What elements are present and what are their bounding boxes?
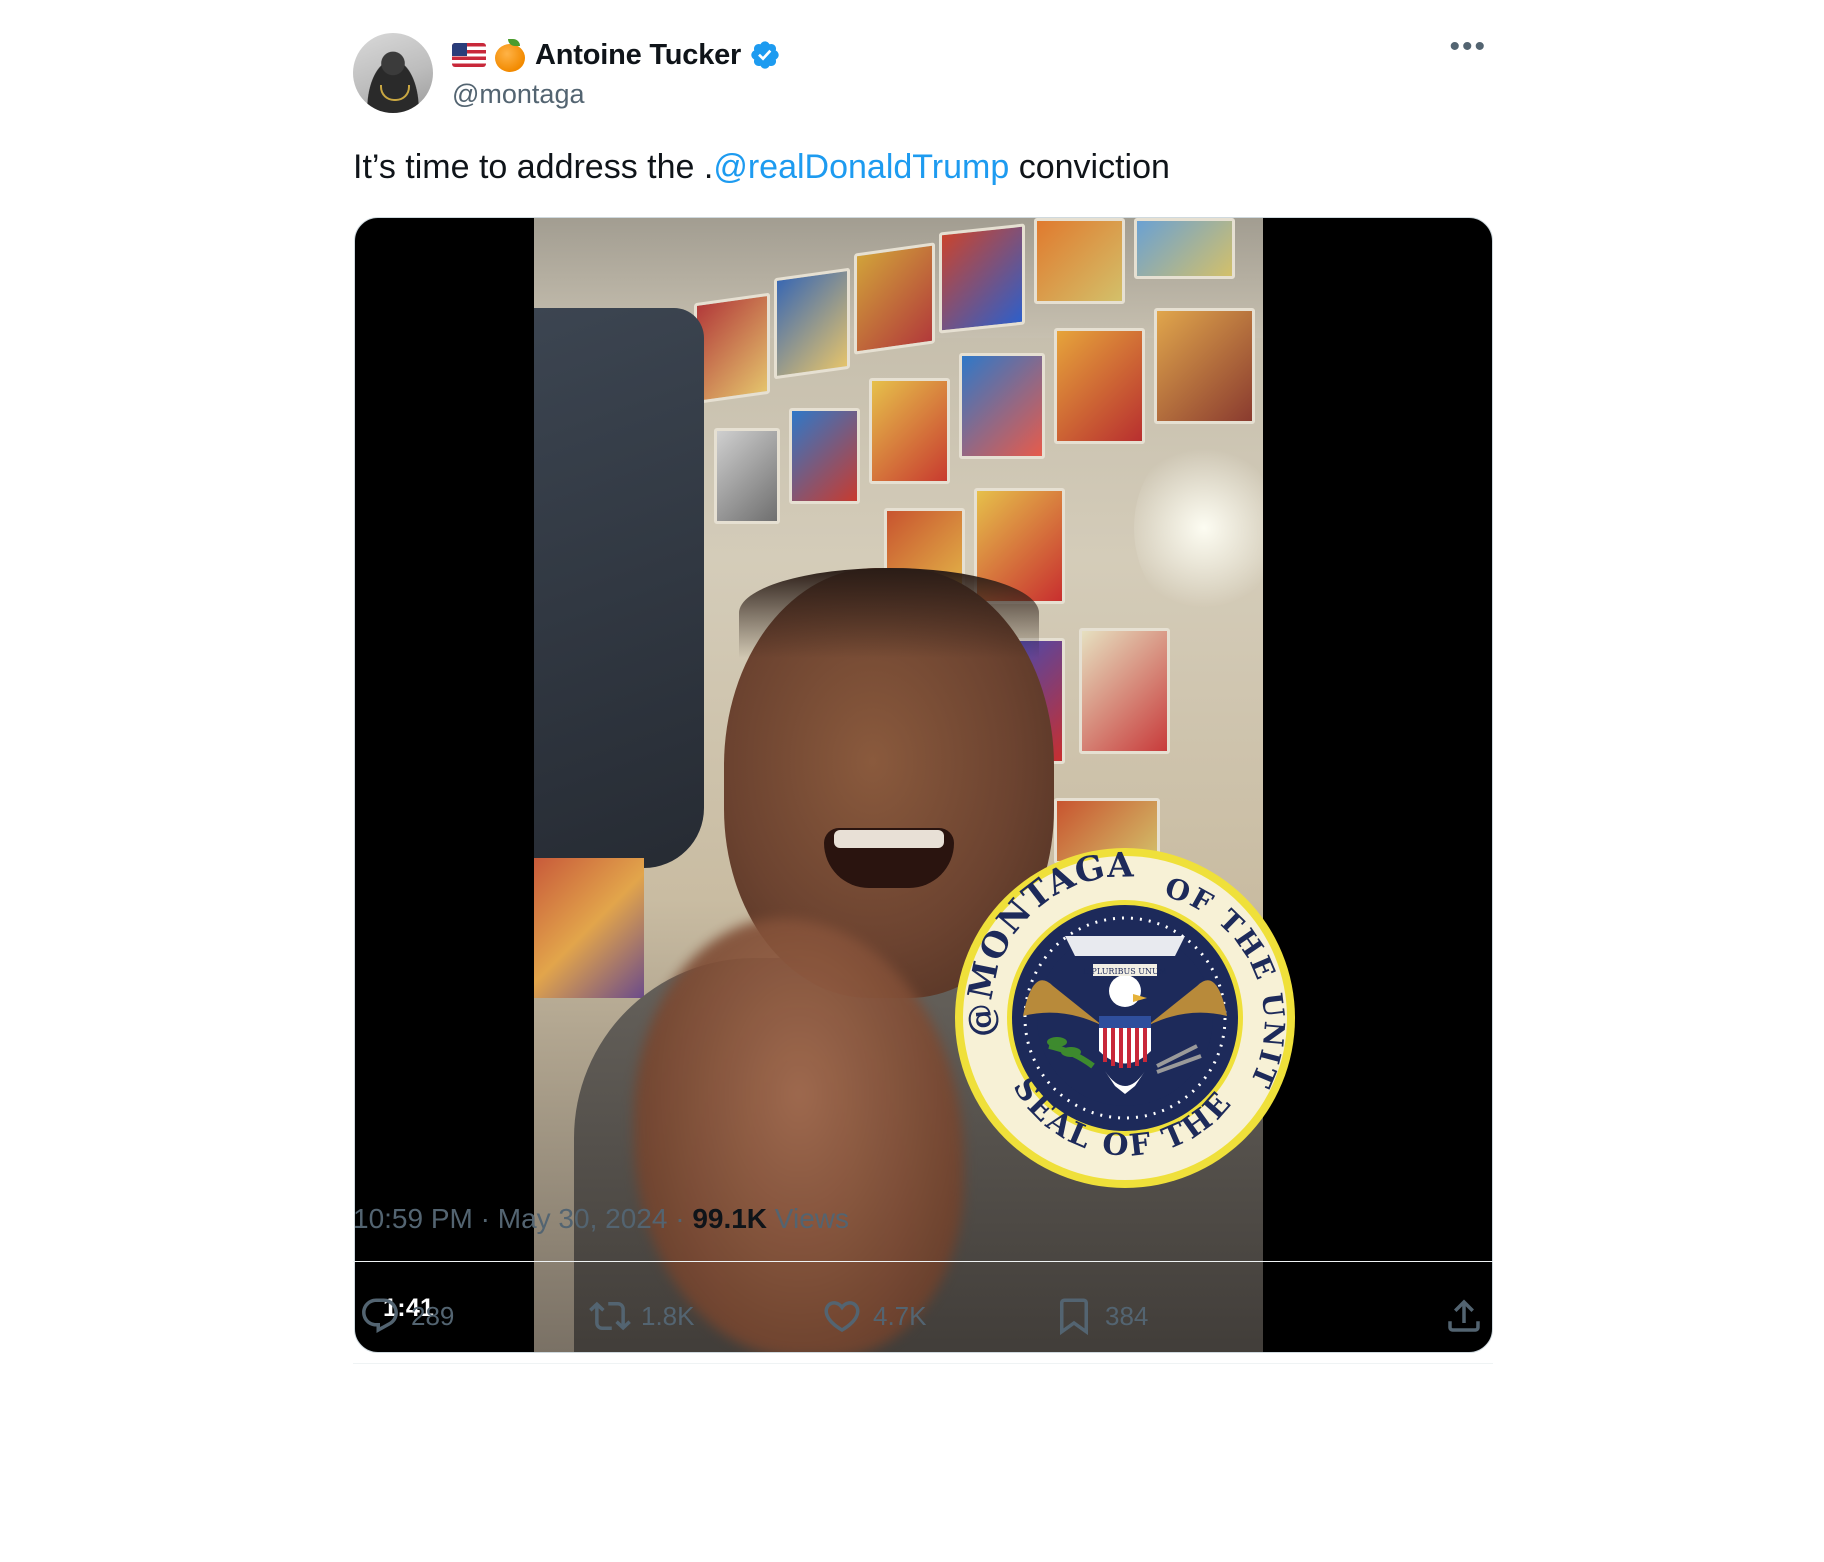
seal-banner-text: E PLURIBUS UNUM (1083, 967, 1167, 976)
comic-frame (1054, 328, 1145, 444)
like-button[interactable]: 4.7K (821, 1295, 927, 1337)
comic-frame (1134, 218, 1235, 279)
video-player[interactable]: @MONTAGA OF THE UNITED SEAL OF THE · STA… (354, 217, 1493, 1353)
tweet-text-prefix: It’s time to address the . (353, 148, 714, 186)
tweet-header: Antoine Tucker @montaga ••• (353, 32, 1493, 115)
divider-bottom (353, 1363, 1493, 1364)
author-handle[interactable]: @montaga (452, 79, 584, 110)
verified-badge-icon[interactable] (749, 39, 781, 71)
bookmark-count: 384 (1105, 1300, 1149, 1331)
views-label: Views (767, 1203, 849, 1234)
views-count[interactable]: 99.1K (692, 1203, 767, 1234)
tweet-text: It’s time to address the .@realDonaldTru… (353, 145, 1170, 189)
poster (534, 858, 644, 998)
presidential-seal-overlay: @MONTAGA OF THE UNITED SEAL OF THE · STA… (940, 819, 1297, 1190)
light-glare (1134, 438, 1263, 618)
comic-frame (789, 408, 860, 504)
comic-frame (1034, 218, 1125, 304)
meta-separator: · (667, 1203, 693, 1234)
comic-frame (869, 378, 950, 484)
reply-icon (362, 1298, 398, 1333)
comic-frame (959, 353, 1045, 459)
share-button[interactable] (1443, 1295, 1485, 1337)
repost-count: 1.8K (641, 1300, 695, 1331)
comic-frame (939, 223, 1025, 334)
comic-frame (1154, 308, 1255, 424)
divider-top (353, 1261, 1493, 1262)
action-bar: 289 1.8K 4.7K 384 (353, 1295, 1493, 1355)
reply-count: 289 (411, 1300, 455, 1331)
share-icon (1448, 1299, 1480, 1332)
bookmark-icon (1060, 1298, 1088, 1336)
mention-link[interactable]: @realDonaldTrump (713, 148, 1009, 186)
comic-frame (1079, 628, 1170, 754)
orange-icon (494, 38, 527, 72)
repost-button[interactable]: 1.8K (589, 1295, 695, 1337)
like-count: 4.7K (873, 1300, 927, 1331)
tweet-meta: 10:59 PM · May 30, 2024 · 99.1K Views (353, 1203, 849, 1235)
comic-frame (714, 428, 780, 524)
avatar-chain (380, 85, 410, 101)
person-hair (739, 568, 1039, 658)
seal-graphic: @MONTAGA OF THE UNITED SEAL OF THE · STA… (940, 819, 1295, 1188)
avatar[interactable] (353, 33, 433, 113)
reply-button[interactable]: 289 (359, 1295, 454, 1337)
us-flag-icon (452, 43, 486, 67)
person-teeth (834, 830, 944, 848)
tweet-date[interactable]: May 30, 2024 (498, 1203, 668, 1234)
more-options-icon[interactable]: ••• (1449, 32, 1487, 62)
author-name-row: Antoine Tucker (452, 35, 781, 75)
comic-frame (774, 267, 850, 380)
comic-frame (694, 292, 770, 405)
heart-icon (824, 1301, 860, 1333)
comic-frame (854, 242, 935, 355)
tweet-text-suffix: conviction (1009, 148, 1170, 186)
chair (534, 308, 704, 868)
meta-separator: · (472, 1203, 498, 1234)
seal-bottom-states: STATES (953, 846, 966, 854)
author-display-name[interactable]: Antoine Tucker (535, 39, 741, 72)
bookmark-button[interactable]: 384 (1053, 1295, 1148, 1337)
tweet: Antoine Tucker @montaga ••• It’s time to… (353, 32, 1493, 1364)
tweet-time[interactable]: 10:59 PM (353, 1203, 473, 1234)
repost-icon (589, 1301, 631, 1331)
